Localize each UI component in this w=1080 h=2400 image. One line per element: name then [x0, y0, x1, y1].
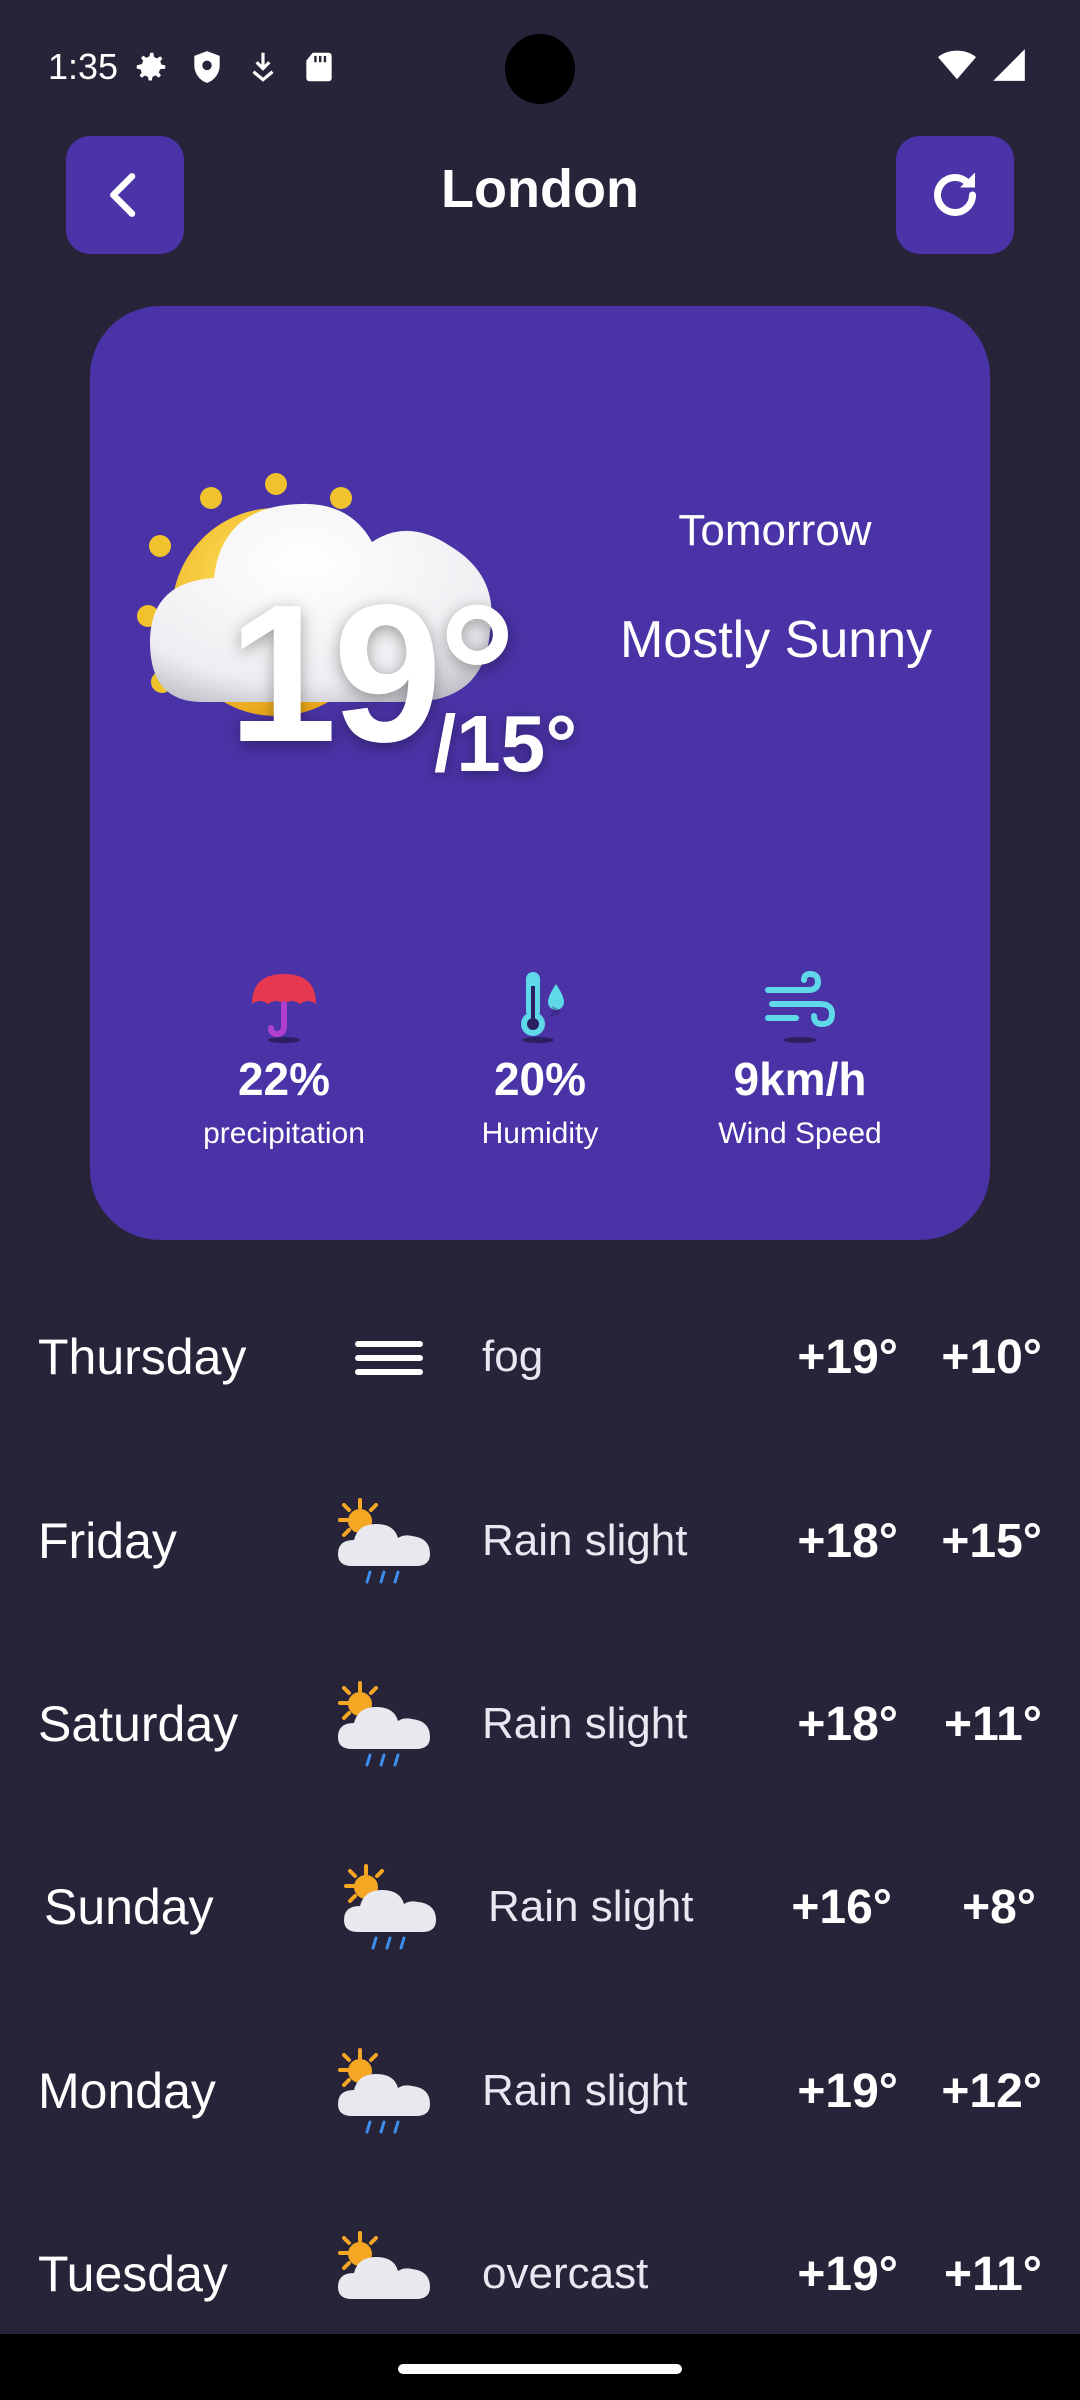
forecast-row[interactable]: Saturday Rain slight +18° +11°: [0, 1665, 1080, 1785]
status-time: 1:35: [48, 46, 119, 87]
forecast-day: Saturday: [38, 1696, 239, 1752]
umbrella-icon: [252, 974, 316, 1043]
home-gesture-handle[interactable]: [398, 2364, 682, 2374]
gear-icon: [136, 52, 166, 81]
stat-label: Humidity: [481, 1116, 599, 1150]
sun-cloud-rain-icon: [330, 2044, 440, 2140]
status-notification-icons: [132, 48, 338, 86]
shield-icon: [194, 51, 220, 83]
fog-icon: [355, 1341, 423, 1375]
download-icon: [252, 52, 274, 82]
stat-precipitation: 22% precipitation: [154, 966, 414, 1151]
forecast-row[interactable]: Monday Rain slight +19° +12°: [0, 2032, 1080, 2152]
sun-cloud-icon: [330, 2227, 440, 2323]
stat-label: precipitation: [203, 1116, 365, 1150]
sun-cloud-rain-icon: [330, 1494, 440, 1590]
forecast-high: +16°: [791, 1881, 892, 1934]
status-bar: 1:35: [0, 0, 1080, 136]
forecast-row[interactable]: Sunday Rain slight +16° +8°: [6, 1848, 1080, 1968]
forecast-low: +8°: [962, 1881, 1036, 1934]
forecast-condition: Rain slight: [488, 1882, 694, 1931]
thermometer-drop-icon: [521, 972, 564, 1043]
forecast-low: +12°: [941, 2065, 1042, 2118]
forecast-condition: Rain slight: [482, 2066, 688, 2115]
forecast-day: Monday: [38, 2063, 216, 2119]
forecast-high: +19°: [797, 2248, 898, 2301]
wifi-icon: [938, 50, 976, 80]
forecast-high: +19°: [797, 2065, 898, 2118]
forecast-row[interactable]: Tuesday overcast +19° +11°: [0, 2215, 1080, 2335]
signal-icon: [993, 49, 1025, 81]
forecast-low: +10°: [941, 1331, 1042, 1384]
temperature-low: /15°: [434, 699, 578, 788]
forecast-day: Sunday: [44, 1879, 214, 1935]
forecast-row[interactable]: Friday Rain slight +18° +15°: [0, 1482, 1080, 1602]
weather-condition: Mostly Sunny: [620, 611, 933, 669]
current-weather-card: 19° /15° Tomorrow Mostly Sunny 22% preci…: [90, 306, 990, 1240]
refresh-button[interactable]: [896, 136, 1014, 254]
sd-card-icon: [306, 52, 332, 82]
forecast-high: +18°: [797, 1698, 898, 1751]
weather-stats: 22% precipitation 20% Humidity 9km/h Win…: [90, 966, 990, 1166]
forecast-low: +11°: [944, 2248, 1042, 2301]
forecast-condition: overcast: [482, 2249, 649, 2298]
wind-icon: [765, 970, 836, 1043]
forecast-high: +18°: [797, 1515, 898, 1568]
sun-cloud-rain-icon: [336, 1860, 446, 1956]
stat-value: 22%: [237, 1053, 331, 1105]
forecast-condition: fog: [482, 1332, 544, 1381]
forecast-high: +19°: [797, 1331, 898, 1384]
stat-wind-speed: 9km/h Wind Speed: [670, 966, 930, 1151]
refresh-icon: [934, 172, 976, 216]
forecast-condition: Rain slight: [482, 1516, 688, 1565]
forecast-condition: Rain slight: [482, 1699, 688, 1748]
sun-cloud-rain-icon: [330, 1677, 440, 1773]
forecast-day: Friday: [38, 1513, 177, 1569]
stat-value: 20%: [493, 1053, 587, 1105]
forecast-row[interactable]: Thursday fog +19° +10°: [0, 1298, 1080, 1418]
forecast-low: +15°: [941, 1515, 1042, 1568]
stat-humidity: 20% Humidity: [410, 966, 670, 1151]
front-camera: [505, 34, 575, 104]
stat-value: 9km/h: [733, 1053, 867, 1105]
forecast-day-label: Tomorrow: [678, 506, 872, 555]
forecast-low: +11°: [944, 1698, 1042, 1751]
weather-screen: 1:35 London 19° /15° Tomorrow Mostly Sun…: [0, 0, 1080, 2400]
status-system-icons: [938, 46, 1028, 84]
stat-label: Wind Speed: [718, 1116, 882, 1150]
forecast-day: Thursday: [38, 1329, 247, 1385]
forecast-day: Tuesday: [38, 2246, 228, 2302]
